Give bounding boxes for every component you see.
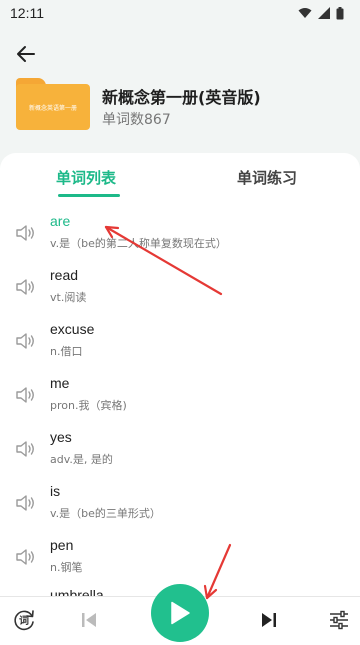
signal-icon: [318, 7, 330, 19]
status-time: 12:11: [10, 5, 44, 21]
next-button[interactable]: [258, 609, 280, 631]
word-text: pen: [50, 537, 74, 553]
word-meaning: v.是（be的三单形式）: [50, 507, 161, 520]
speaker-icon[interactable]: [14, 329, 38, 353]
word-meaning: n.借口: [50, 345, 83, 358]
status-icons: [298, 6, 344, 20]
list-item[interactable]: me pron.我（宾格): [0, 373, 360, 427]
tab-bar: 单词列表 单词练习: [0, 153, 360, 203]
back-button[interactable]: [12, 40, 40, 68]
speaker-icon[interactable]: [14, 221, 38, 245]
previous-button[interactable]: [78, 609, 100, 631]
list-item[interactable]: read vt.阅读: [0, 265, 360, 319]
status-bar: 12:11: [0, 0, 360, 26]
word-meaning: adv.是, 是的: [50, 453, 113, 466]
cover-text: 新概念英语第一册: [28, 104, 77, 112]
word-list: are v.是（be的第二人称单复数现在式） read vt.阅读 excuse…: [0, 205, 360, 597]
skip-previous-icon: [82, 613, 96, 627]
wifi-icon: [298, 8, 312, 18]
word-text: yes: [50, 429, 72, 445]
skip-next-icon: [262, 613, 276, 627]
list-item[interactable]: yes adv.是, 是的: [0, 427, 360, 481]
list-item[interactable]: are v.是（be的第二人称单复数现在式）: [0, 211, 360, 265]
list-item[interactable]: is v.是（be的三单形式）: [0, 481, 360, 535]
loop-label: 词: [19, 616, 29, 627]
word-count: 单词数867: [102, 112, 171, 128]
speaker-icon[interactable]: [14, 383, 38, 407]
book-cover: 新概念英语第一册: [16, 78, 90, 130]
loop-button[interactable]: 词: [12, 607, 38, 633]
word-text: me: [50, 375, 70, 391]
sliders-icon: [330, 610, 348, 630]
list-item[interactable]: pen n.钢笔: [0, 535, 360, 589]
word-text: is: [50, 483, 61, 499]
word-meaning: n.钢笔: [50, 561, 83, 574]
speaker-icon[interactable]: [14, 437, 38, 461]
book-title: 新概念第一册(英音版): [102, 88, 261, 107]
battery-icon: [336, 6, 344, 19]
word-meaning: vt.阅读: [50, 291, 87, 304]
speaker-icon[interactable]: [14, 275, 38, 299]
word-meaning: v.是（be的第二人称单复数现在式）: [50, 237, 227, 250]
word-meaning: pron.我（宾格): [50, 399, 127, 412]
play-icon: [171, 601, 190, 625]
word-text: read: [50, 267, 79, 283]
word-panel: 单词列表 单词练习 are v.是（be的第二人称单复数现在式） read vt…: [0, 153, 360, 645]
speaker-icon[interactable]: [14, 545, 38, 569]
folder-body: 新概念英语第一册: [16, 84, 90, 130]
settings-button[interactable]: [326, 607, 352, 633]
play-button[interactable]: [151, 584, 209, 642]
arrow-left-icon: [17, 46, 35, 62]
list-item[interactable]: excuse n.借口: [0, 319, 360, 373]
tab-word-practice[interactable]: 单词练习: [237, 167, 297, 188]
active-tab-indicator: [58, 194, 120, 197]
word-text: are: [50, 213, 71, 229]
word-text: excuse: [50, 321, 95, 337]
speaker-icon[interactable]: [14, 491, 38, 515]
tab-word-list[interactable]: 单词列表: [56, 167, 116, 188]
